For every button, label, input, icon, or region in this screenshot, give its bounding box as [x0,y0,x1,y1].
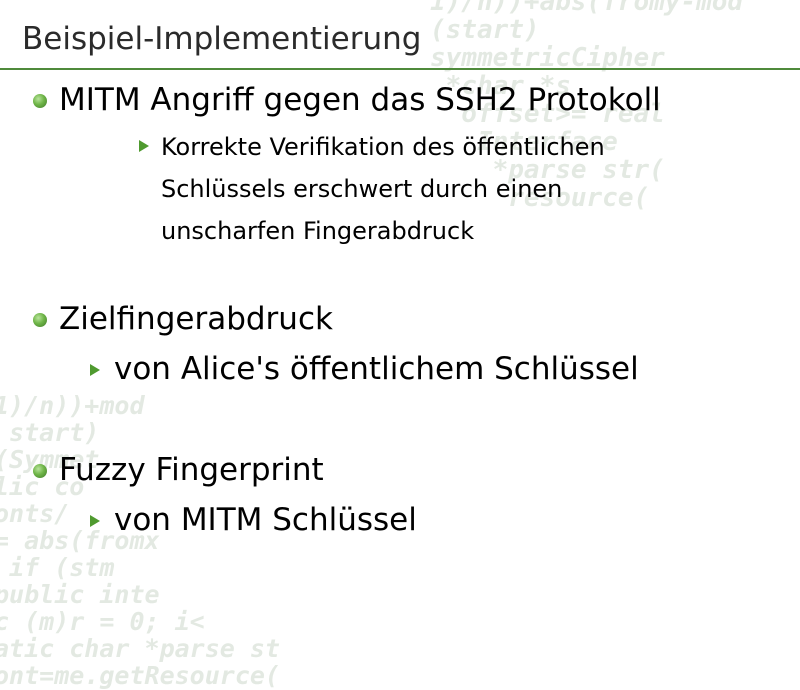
bullet-dot-icon [33,313,47,327]
sub-arrow-icon [90,364,100,376]
sub-arrow-icon [139,140,149,152]
sub-item-line: unscharfen Fingerabdruck [161,217,475,245]
bullet-dot-icon [33,464,47,478]
sub-item-line: Schlüssels erschwert durch einen [161,175,563,203]
bullet-item-fuzzy-fingerprint: Fuzzy Fingerprint [59,452,324,488]
title-divider [0,68,800,70]
sub-item-line: Korrekte Verifikation des öffentlichen [161,133,605,161]
bullet-item-mitm: MITM Angriff gegen das SSH2 Protokoll [59,82,661,118]
sub-item-alice-key: von Alice's öffentlichem Schlüssel [114,351,639,387]
sub-item-verification: Korrekte Verifikation des öffentlichen S… [161,126,605,252]
bullet-item-target-fingerprint: Zielfingerabdruck [59,301,333,337]
slide-title: Beispiel-Implementierung [22,21,422,57]
sub-item-mitm-key: von MITM Schlüssel [114,502,417,538]
sub-arrow-icon [90,515,100,527]
background-code-bottom: 1)/n))+mod start) (Symmet lic co onts/ =… [0,391,280,690]
bullet-dot-icon [33,94,47,108]
